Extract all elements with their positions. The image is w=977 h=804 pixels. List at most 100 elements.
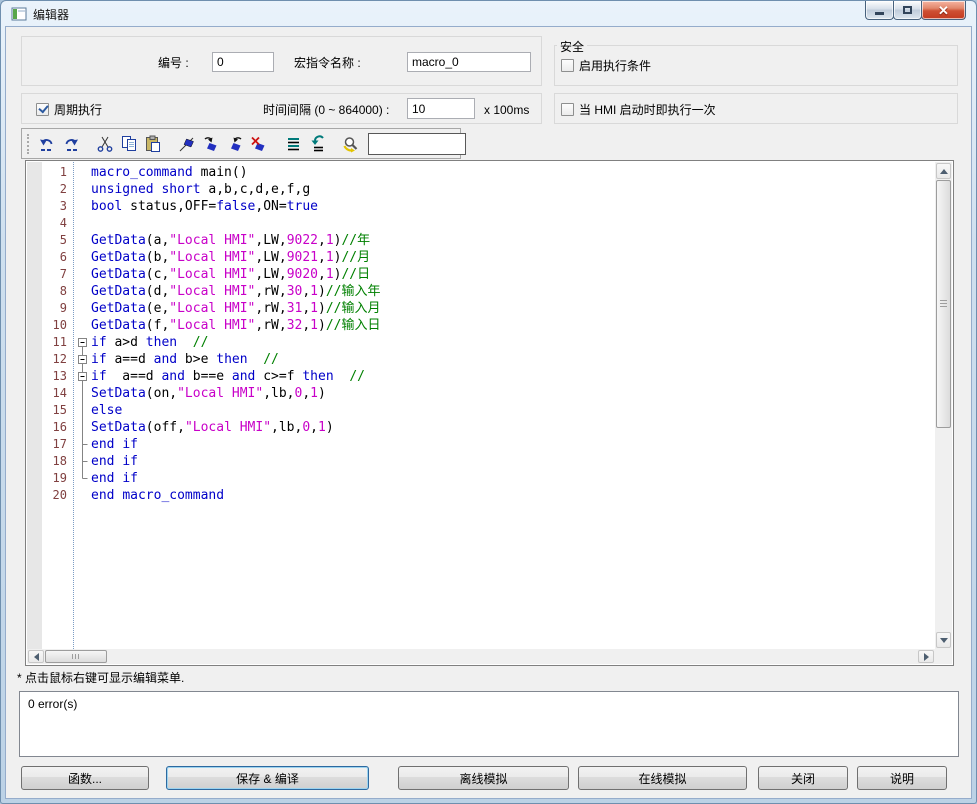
line-number: 17 xyxy=(42,436,73,453)
code-line[interactable]: 10 GetData(f,"Local HMI",rW,32,1)//输入日 xyxy=(27,317,935,334)
client-area: 编号 : 宏指令名称 : 安全 启用执行条件 周期执行 时间间隔 (0 ~ 86… xyxy=(5,26,972,799)
fold-marker xyxy=(73,385,91,402)
code-line[interactable]: 11if a>d then // xyxy=(27,334,935,351)
code-line[interactable]: 7GetData(c,"Local HMI",LW,9020,1)//日 xyxy=(27,266,935,283)
security-group-title: 安全 xyxy=(557,38,587,55)
code-line[interactable]: 2unsigned short a,b,c,d,e,f,g xyxy=(27,181,935,198)
interval-unit-label: x 100ms xyxy=(484,100,529,120)
line-number: 16 xyxy=(42,419,73,436)
toggle-bookmark-icon[interactable] xyxy=(175,132,199,156)
help-button[interactable]: 说明 xyxy=(857,766,947,790)
code-text: SetData(off,"Local HMI",lb,0,1) xyxy=(91,419,334,436)
run-on-startup-checkbox[interactable] xyxy=(561,103,574,116)
find-icon[interactable] xyxy=(339,132,363,156)
code-line[interactable]: 19 end if xyxy=(27,470,935,487)
code-text: if a==d and b>e then // xyxy=(91,351,279,368)
fold-gutter xyxy=(73,164,91,181)
code-line[interactable]: 6GetData(b,"Local HMI",LW,9021,1)//月 xyxy=(27,249,935,266)
code-line[interactable]: 8GetData(d,"Local HMI",rW,30,1)//输入年 xyxy=(27,283,935,300)
indent-icon[interactable] xyxy=(305,132,329,156)
titlebar[interactable]: 编辑器 ✕ xyxy=(1,1,976,27)
fold-gutter xyxy=(73,181,91,198)
horizontal-scrollbar[interactable] xyxy=(27,649,935,664)
fold-gutter xyxy=(73,266,91,283)
arrow-up-icon xyxy=(940,169,948,174)
fold-marker[interactable] xyxy=(73,351,91,368)
undo-icon[interactable] xyxy=(35,132,59,156)
fold-marker xyxy=(73,419,91,436)
horizontal-scroll-thumb[interactable] xyxy=(45,650,107,663)
fold-gutter xyxy=(73,487,91,504)
code-area[interactable]: 1macro_command main()2unsigned short a,b… xyxy=(27,162,935,649)
close-button[interactable]: ✕ xyxy=(921,1,966,20)
minimize-icon xyxy=(875,12,884,15)
code-line[interactable]: 16 SetData(off,"Local HMI",lb,0,1) xyxy=(27,419,935,436)
code-line[interactable]: 4 xyxy=(27,215,935,232)
code-line[interactable]: 5GetData(a,"Local HMI",LW,9022,1)//年 xyxy=(27,232,935,249)
outdent-icon[interactable] xyxy=(281,132,305,156)
offline-simulation-button[interactable]: 离线模拟 xyxy=(398,766,569,790)
code-line[interactable]: 18end if xyxy=(27,453,935,470)
code-line[interactable]: 1macro_command main() xyxy=(27,164,935,181)
fold-marker[interactable] xyxy=(73,368,91,385)
clear-bookmarks-icon[interactable] xyxy=(247,132,271,156)
arrow-left-icon xyxy=(34,653,39,661)
code-text: bool status,OFF=false,ON=true xyxy=(91,198,318,215)
code-line[interactable]: 13if a==d and b==e and c>=f then // xyxy=(27,368,935,385)
code-text: end if xyxy=(91,470,138,487)
macro-name-label: 宏指令名称 : xyxy=(294,53,361,73)
code-line[interactable]: 3 bool status,OFF=false,ON=true xyxy=(27,198,935,215)
maximize-button[interactable] xyxy=(893,1,922,20)
output-console[interactable]: 0 error(s) xyxy=(19,691,959,757)
code-line[interactable]: 20end macro_command xyxy=(27,487,935,504)
code-text: GetData(a,"Local HMI",LW,9022,1)//年 xyxy=(91,232,370,249)
code-line[interactable]: 12 if a==d and b>e then // xyxy=(27,351,935,368)
scroll-up-button[interactable] xyxy=(936,163,951,179)
line-number: 12 xyxy=(42,351,73,368)
enable-condition-checkbox[interactable] xyxy=(561,59,574,72)
redo-icon[interactable] xyxy=(59,132,83,156)
line-number: 3 xyxy=(42,198,73,215)
code-text: end macro_command xyxy=(91,487,224,504)
previous-bookmark-icon[interactable] xyxy=(223,132,247,156)
functions-button[interactable]: 函数... xyxy=(21,766,149,790)
vertical-scrollbar[interactable] xyxy=(935,162,952,649)
editor-toolbar xyxy=(21,128,461,159)
paste-icon[interactable] xyxy=(141,132,165,156)
scroll-left-button[interactable] xyxy=(28,650,44,663)
periodic-checkbox[interactable] xyxy=(36,103,49,116)
security-groupbox: 启用执行条件 xyxy=(554,45,958,86)
arrow-right-icon xyxy=(924,653,929,661)
interval-input[interactable] xyxy=(407,98,475,119)
fold-marker[interactable] xyxy=(73,334,91,351)
cut-icon[interactable] xyxy=(93,132,117,156)
arrow-down-icon xyxy=(940,638,948,643)
code-line[interactable]: 15else xyxy=(27,402,935,419)
macro-id-input[interactable] xyxy=(212,52,274,72)
code-line[interactable]: 9GetData(e,"Local HMI",rW,31,1)//输入月 xyxy=(27,300,935,317)
run-on-startup-label: 当 HMI 启动时即执行一次 xyxy=(579,100,716,120)
toolbar-grip[interactable] xyxy=(27,134,29,154)
scroll-down-button[interactable] xyxy=(936,632,951,648)
fold-gutter xyxy=(73,283,91,300)
code-line[interactable]: 17end if xyxy=(27,436,935,453)
line-number: 8 xyxy=(42,283,73,300)
next-bookmark-icon[interactable] xyxy=(199,132,223,156)
fold-marker xyxy=(73,436,91,453)
close-editor-button[interactable]: 关闭 xyxy=(758,766,848,790)
copy-icon[interactable] xyxy=(117,132,141,156)
code-line[interactable]: 14SetData(on,"Local HMI",lb,0,1) xyxy=(27,385,935,402)
line-number: 7 xyxy=(42,266,73,283)
code-lines: 1macro_command main()2unsigned short a,b… xyxy=(27,164,935,504)
code-text: GetData(f,"Local HMI",rW,32,1)//输入日 xyxy=(91,317,380,334)
line-number: 19 xyxy=(42,470,73,487)
line-number: 10 xyxy=(42,317,73,334)
find-input[interactable] xyxy=(368,133,466,155)
fold-gutter xyxy=(73,215,91,232)
minimize-button[interactable] xyxy=(865,1,894,20)
save-compile-button[interactable]: 保存 & 编译 xyxy=(166,766,369,790)
vertical-scroll-thumb[interactable] xyxy=(936,180,951,428)
online-simulation-button[interactable]: 在线模拟 xyxy=(578,766,747,790)
scroll-right-button[interactable] xyxy=(918,650,934,663)
macro-name-input[interactable] xyxy=(407,52,531,72)
